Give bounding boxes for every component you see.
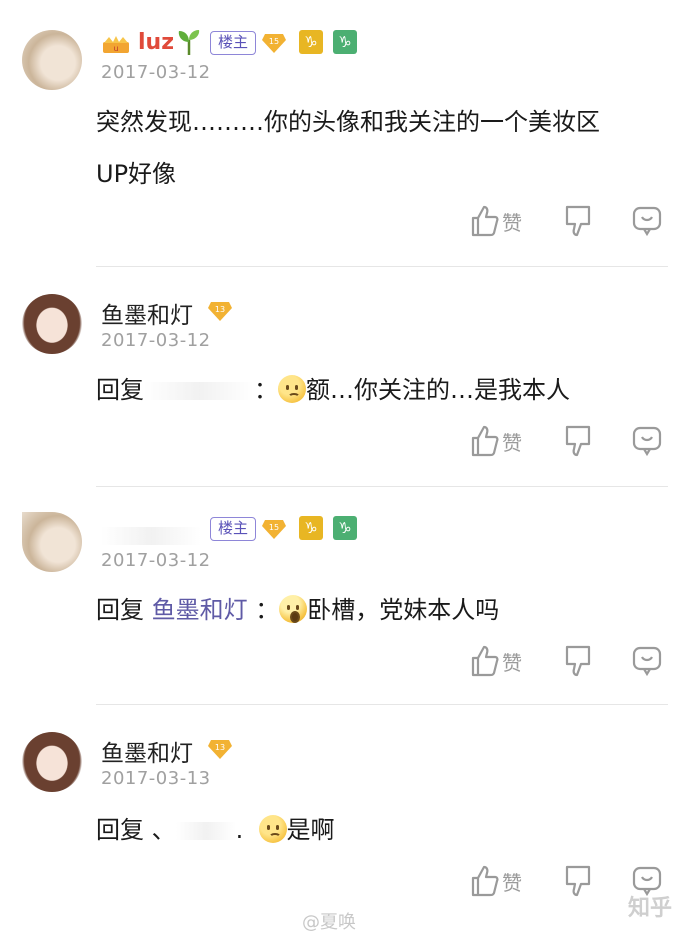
comment-date: 2017-03-13 xyxy=(101,768,211,789)
worried-emoji-icon xyxy=(258,815,287,843)
shocked-emoji-icon xyxy=(279,595,308,623)
comment-actions: 赞 xyxy=(0,204,690,244)
level-diamond-icon: 15 xyxy=(262,34,286,53)
comment-date: 2017-03-12 xyxy=(101,550,211,571)
owner-badge: 楼主 xyxy=(210,517,256,541)
weibo-watermark: @夏唤 xyxy=(302,912,356,933)
svg-text:13: 13 xyxy=(215,743,225,752)
like-label: 赞 xyxy=(502,650,522,675)
dislike-button[interactable] xyxy=(563,644,593,678)
redacted-name xyxy=(175,822,236,840)
comment-date: 2017-03-12 xyxy=(101,62,211,83)
thumb-up-icon xyxy=(471,865,499,897)
owner-badge: 楼主 xyxy=(210,31,256,55)
thumb-up-icon xyxy=(471,645,499,677)
comment-text: 突然发现………你的头像和我关注的一个美妆区 UP好像 xyxy=(96,108,600,188)
thumb-down-icon xyxy=(565,425,591,457)
comment-text: 回复 、. 是啊 xyxy=(96,815,335,844)
username[interactable]: luz xyxy=(138,30,174,55)
svg-text:u: u xyxy=(113,44,118,53)
avatar[interactable] xyxy=(22,294,82,354)
divider xyxy=(96,266,668,267)
worried-emoji-icon xyxy=(278,375,306,403)
like-button[interactable]: 赞 xyxy=(470,204,522,238)
redacted-name xyxy=(101,527,201,545)
like-button[interactable]: 赞 xyxy=(470,864,522,898)
dislike-button[interactable] xyxy=(563,204,593,238)
crown-icon: u xyxy=(103,36,129,53)
divider xyxy=(96,486,668,487)
thumb-down-icon xyxy=(565,865,591,897)
comment-actions: 赞 xyxy=(0,644,690,684)
reply-button[interactable] xyxy=(632,204,662,238)
username[interactable]: 鱼墨和灯 xyxy=(101,296,193,330)
avatar[interactable] xyxy=(22,512,82,572)
reply-bubble-icon xyxy=(632,426,662,457)
reply-bubble-icon xyxy=(632,206,662,237)
sprout-icon xyxy=(178,30,200,55)
reply-button[interactable] xyxy=(632,644,662,678)
like-label: 赞 xyxy=(502,870,522,895)
avatar[interactable] xyxy=(22,30,82,90)
zhihu-logo: 知乎 xyxy=(627,896,672,921)
comment-text: 回复 鱼墨和灯 ：卧槽，党妹本人吗 xyxy=(96,595,500,624)
comment-actions: 赞 xyxy=(0,424,690,464)
reply-button[interactable] xyxy=(632,424,662,458)
like-button[interactable]: 赞 xyxy=(470,644,522,678)
comment-date: 2017-03-12 xyxy=(101,330,211,351)
username[interactable]: 鱼墨和灯 xyxy=(101,734,193,768)
zodiac-icon: ♑ xyxy=(333,30,357,54)
redacted-name xyxy=(144,382,254,400)
dislike-button[interactable] xyxy=(563,424,593,458)
like-label: 赞 xyxy=(502,430,522,455)
svg-text:13: 13 xyxy=(215,305,225,314)
svg-text:15: 15 xyxy=(269,523,279,532)
comment-actions: 赞 xyxy=(0,864,690,904)
svg-text:15: 15 xyxy=(269,37,279,46)
reply-bubble-icon xyxy=(632,646,662,677)
zodiac-icon: ♑ xyxy=(299,30,323,54)
mention-link[interactable]: 鱼墨和灯 xyxy=(152,596,248,624)
level-diamond-icon: 13 xyxy=(208,302,232,321)
zodiac-icon: ♑ xyxy=(299,516,323,540)
zodiac-icon: ♑ xyxy=(333,516,357,540)
thumb-up-icon xyxy=(471,425,499,457)
dislike-button[interactable] xyxy=(563,864,593,898)
like-label: 赞 xyxy=(502,210,522,235)
thumb-up-icon xyxy=(471,205,499,237)
thumb-down-icon xyxy=(565,645,591,677)
like-button[interactable]: 赞 xyxy=(470,424,522,458)
level-diamond-icon: 13 xyxy=(208,740,232,759)
avatar[interactable] xyxy=(22,732,82,792)
level-diamond-icon: 15 xyxy=(262,520,286,539)
thumb-down-icon xyxy=(565,205,591,237)
divider xyxy=(96,704,668,705)
comment-text: 回复：额…你关注的…是我本人 xyxy=(96,375,570,404)
